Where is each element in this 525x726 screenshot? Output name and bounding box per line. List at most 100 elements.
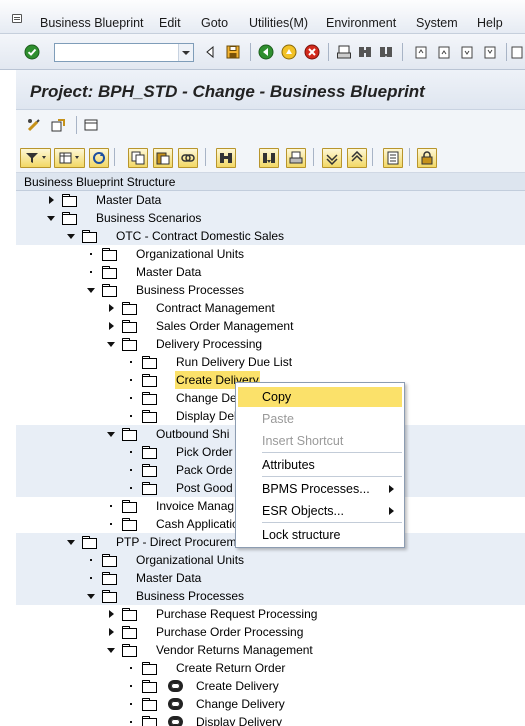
link-icon	[168, 698, 183, 710]
context-lock-structure[interactable]: Lock structure	[238, 525, 402, 545]
next-page-icon[interactable]	[459, 44, 475, 60]
tree-node[interactable]: Sales Order Management	[16, 317, 525, 335]
menu-business-blueprint[interactable]: Business Blueprint	[40, 16, 144, 30]
tree-node[interactable]: Master Data	[16, 191, 525, 209]
back-arrow-icon[interactable]	[202, 44, 218, 60]
paste-icon[interactable]	[153, 148, 173, 168]
details-icon[interactable]	[383, 148, 403, 168]
tree-node[interactable]: Create Return Order	[16, 659, 525, 677]
collapse-icon[interactable]	[66, 533, 76, 551]
node-label: Business Processes	[136, 589, 245, 603]
node-label: Master Data	[96, 193, 162, 207]
folder-icon	[122, 302, 137, 315]
menu-system[interactable]: System	[416, 16, 458, 30]
tree-node[interactable]: Vendor Returns Management	[16, 641, 525, 659]
collapse-icon[interactable]	[66, 227, 76, 245]
collapse-icon[interactable]	[106, 641, 116, 659]
cancel-icon[interactable]	[304, 44, 320, 60]
expand-icon[interactable]	[106, 605, 116, 623]
context-attributes[interactable]: Attributes	[238, 455, 402, 475]
copy-icon[interactable]	[128, 148, 148, 168]
new-session-icon[interactable]	[509, 44, 525, 60]
tree-node[interactable]: Organizational Units	[16, 551, 525, 569]
folder-icon	[82, 536, 97, 549]
node-label: Cash Applicatio	[156, 517, 239, 531]
first-page-icon[interactable]	[413, 44, 429, 60]
node-label: Master Data	[136, 571, 202, 585]
print-icon[interactable]	[336, 44, 352, 60]
menu-edit[interactable]: Edit	[159, 16, 181, 30]
filter-icon[interactable]	[20, 148, 51, 168]
enter-checkmark-icon[interactable]	[24, 44, 40, 60]
folder-icon	[142, 464, 157, 477]
system-menu-icon[interactable]	[12, 14, 22, 23]
tree-node[interactable]: Purchase Order Processing	[16, 623, 525, 641]
tree-node[interactable]: Business Processes	[16, 281, 525, 299]
collapse-icon[interactable]	[106, 335, 116, 353]
tree-node[interactable]: Contract Management	[16, 299, 525, 317]
find-icon[interactable]	[357, 44, 373, 60]
command-dropdown-icon[interactable]	[178, 44, 193, 61]
print-tree-icon[interactable]	[286, 148, 306, 168]
tree-node[interactable]: Business Scenarios	[16, 209, 525, 227]
tree-node[interactable]: Change Delivery	[16, 695, 525, 713]
folder-icon	[142, 698, 157, 711]
exit-icon[interactable]	[281, 44, 297, 60]
node-label: Pick Order	[176, 445, 233, 459]
menu-goto[interactable]: Goto	[201, 16, 228, 30]
collapse-icon[interactable]	[46, 209, 56, 227]
tree-node[interactable]: Master Data	[16, 263, 525, 281]
tree-node[interactable]: Business Processes	[16, 587, 525, 605]
tree-node[interactable]: Run Delivery Due List	[16, 353, 525, 371]
refresh-icon[interactable]	[89, 148, 109, 168]
other-object-icon[interactable]	[50, 117, 66, 133]
node-label: Sales Order Management	[156, 319, 294, 333]
expand-icon[interactable]	[106, 623, 116, 641]
collapse-icon[interactable]	[86, 587, 96, 605]
standard-toolbar	[0, 34, 525, 70]
tree-node[interactable]: Display Delivery	[16, 713, 525, 726]
collapse-icon[interactable]	[86, 281, 96, 299]
context-esr-objects[interactable]: ESR Objects...	[238, 501, 402, 521]
expand-icon[interactable]	[46, 191, 56, 209]
folder-icon	[142, 680, 157, 693]
tree-node[interactable]: Organizational Units	[16, 245, 525, 263]
back-icon[interactable]	[258, 44, 274, 60]
save-icon[interactable]	[225, 44, 241, 60]
menu-utilities[interactable]: Utilities(M)	[249, 16, 308, 30]
tree-node[interactable]: Create Delivery	[16, 677, 525, 695]
context-insert-shortcut[interactable]: Insert Shortcut	[238, 431, 402, 451]
tree-node[interactable]: OTC - Contract Domestic Sales	[16, 227, 525, 245]
collapse-icon[interactable]	[106, 425, 116, 443]
display-change-icon[interactable]	[26, 117, 42, 133]
expand-icon[interactable]	[106, 299, 116, 317]
tree-node[interactable]: Master Data	[16, 569, 525, 587]
lock-icon[interactable]	[417, 148, 437, 168]
command-field[interactable]	[54, 43, 194, 62]
context-bpms-processes[interactable]: BPMS Processes...	[238, 479, 402, 499]
context-paste[interactable]: Paste	[238, 409, 402, 429]
folder-icon	[142, 482, 157, 495]
link-icon[interactable]	[178, 148, 198, 168]
node-label: PTP - Direct Procuremen	[116, 535, 250, 549]
find-next-tree-icon[interactable]	[259, 148, 279, 168]
node-label: Post Good	[176, 481, 233, 495]
menu-environment[interactable]: Environment	[326, 16, 396, 30]
menu-help[interactable]: Help	[477, 16, 503, 30]
tree-node[interactable]: Purchase Request Processing	[16, 605, 525, 623]
collapse-subtree-icon[interactable]	[347, 148, 367, 168]
expand-subtree-icon[interactable]	[322, 148, 342, 168]
context-copy[interactable]: Copy	[238, 387, 402, 407]
find-next-icon[interactable]	[378, 44, 394, 60]
application-toolbar	[16, 110, 525, 140]
command-input[interactable]	[55, 44, 175, 61]
tree-node[interactable]: Delivery Processing	[16, 335, 525, 353]
find-tree-icon[interactable]	[216, 148, 236, 168]
expand-icon[interactable]	[106, 317, 116, 335]
layout-icon[interactable]	[54, 148, 85, 168]
list-view-icon[interactable]	[83, 117, 99, 133]
last-page-icon[interactable]	[482, 44, 498, 60]
context-attributes-label: Attributes	[262, 458, 315, 472]
node-label: Change De	[176, 391, 237, 405]
previous-page-icon[interactable]	[436, 44, 452, 60]
